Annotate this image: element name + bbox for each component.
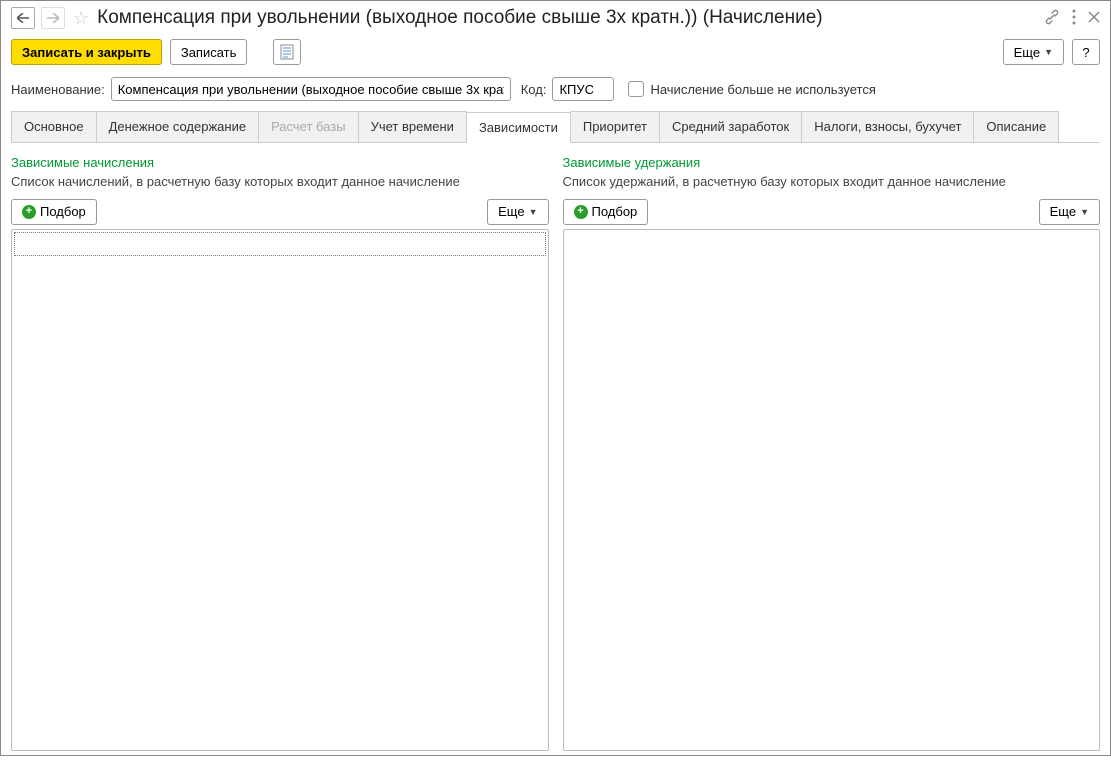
accruals-list[interactable] <box>11 229 549 751</box>
tabs: ОсновноеДенежное содержаниеРасчет базыУч… <box>11 111 1100 143</box>
arrow-right-icon <box>47 13 59 23</box>
chevron-down-icon: ▼ <box>529 207 538 217</box>
window-title: Компенсация при увольнении (выходное пос… <box>97 7 1038 29</box>
back-button[interactable] <box>11 7 35 29</box>
save-button[interactable]: Записать <box>170 39 248 65</box>
more-button[interactable]: Еще ▼ <box>1003 39 1064 65</box>
tab-7[interactable]: Налоги, взносы, бухучет <box>801 111 974 142</box>
titlebar: ☆ Компенсация при увольнении (выходное п… <box>1 1 1110 35</box>
unused-checkbox[interactable] <box>628 81 644 97</box>
deductions-list[interactable] <box>563 229 1101 751</box>
star-icon[interactable]: ☆ <box>73 8 89 29</box>
panel-accruals: Зависимые начисления Список начислений, … <box>11 155 549 751</box>
tab-3[interactable]: Учет времени <box>358 111 467 142</box>
arrow-left-icon <box>17 13 29 23</box>
panel-accruals-title: Зависимые начисления <box>11 155 549 170</box>
unused-label: Начисление больше не используется <box>650 82 875 97</box>
code-label: Код: <box>521 82 547 97</box>
tab-1[interactable]: Денежное содержание <box>96 111 259 142</box>
forward-button[interactable] <box>41 7 65 29</box>
link-icon[interactable] <box>1044 9 1060 28</box>
save-and-close-button[interactable]: Записать и закрыть <box>11 39 162 65</box>
tab-6[interactable]: Средний заработок <box>659 111 802 142</box>
name-input[interactable] <box>111 77 511 101</box>
name-label: Наименование: <box>11 82 105 97</box>
more-label: Еще <box>498 204 524 219</box>
pick-label: Подбор <box>592 204 638 219</box>
help-button[interactable]: ? <box>1072 39 1100 65</box>
accruals-pick-button[interactable]: + Подбор <box>11 199 97 225</box>
code-input[interactable] <box>552 77 614 101</box>
plus-icon: + <box>22 205 36 219</box>
panel-accruals-desc: Список начислений, в расчетную базу кото… <box>11 174 549 191</box>
form-row: Наименование: Код: Начисление больше не … <box>1 73 1110 111</box>
tab-5[interactable]: Приоритет <box>570 111 660 142</box>
kebab-icon[interactable] <box>1072 9 1076 28</box>
deductions-more-button[interactable]: Еще ▼ <box>1039 199 1100 225</box>
deductions-pick-button[interactable]: + Подбор <box>563 199 649 225</box>
list-row[interactable] <box>14 232 546 256</box>
pick-label: Подбор <box>40 204 86 219</box>
document-icon <box>280 44 294 60</box>
close-icon[interactable] <box>1088 11 1100 26</box>
more-label: Еще <box>1014 45 1040 60</box>
content: Зависимые начисления Список начислений, … <box>1 143 1110 761</box>
chevron-down-icon: ▼ <box>1080 207 1089 217</box>
panel-deductions-desc: Список удержаний, в расчетную базу котор… <box>563 174 1101 191</box>
plus-icon: + <box>574 205 588 219</box>
toolbar: Записать и закрыть Записать Еще ▼ ? <box>1 35 1110 73</box>
tab-0[interactable]: Основное <box>11 111 97 142</box>
panel-deductions: Зависимые удержания Список удержаний, в … <box>563 155 1101 751</box>
chevron-down-icon: ▼ <box>1044 47 1053 57</box>
more-label: Еще <box>1050 204 1076 219</box>
tab-4[interactable]: Зависимости <box>466 112 571 143</box>
report-button[interactable] <box>273 39 301 65</box>
tab-2: Расчет базы <box>258 111 359 142</box>
tab-8[interactable]: Описание <box>973 111 1059 142</box>
panel-deductions-title: Зависимые удержания <box>563 155 1101 170</box>
accruals-more-button[interactable]: Еще ▼ <box>487 199 548 225</box>
